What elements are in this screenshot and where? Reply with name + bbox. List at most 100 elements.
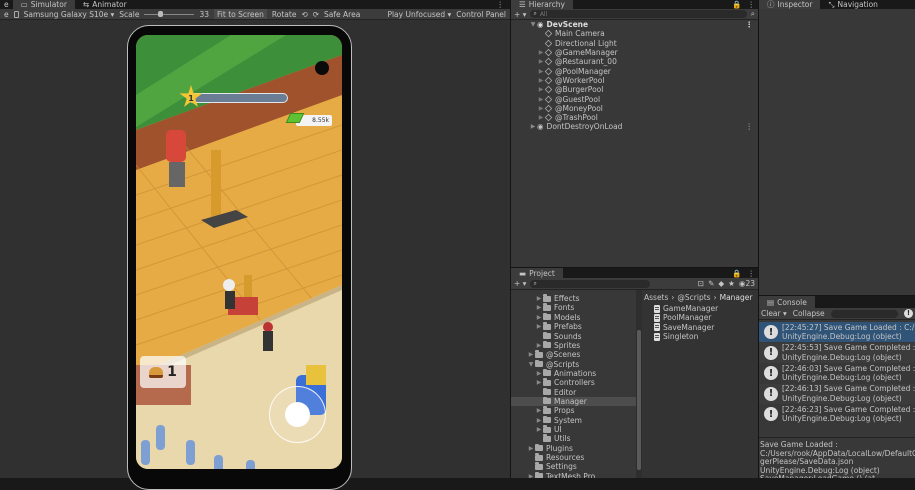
add-button[interactable]: + ▾: [514, 10, 526, 19]
search-by-label-icon[interactable]: ✎: [708, 279, 714, 288]
safe-area-button[interactable]: Safe Area: [324, 10, 360, 19]
favorite-icon[interactable]: ★: [728, 279, 735, 288]
expand-arrow-icon[interactable]: ▶: [527, 351, 535, 358]
console-log-entry[interactable]: ! [22:46:23] Save Game Completed : C:/UUn…: [759, 404, 915, 424]
expand-arrow-icon[interactable]: ▼: [527, 361, 535, 368]
project-folder-row[interactable]: ▶ Props: [511, 406, 636, 415]
project-folder-row[interactable]: ▶ UI: [511, 425, 636, 434]
lock-icon[interactable]: 🔒: [729, 0, 744, 9]
collapse-arrow-icon[interactable]: ▶: [529, 123, 537, 130]
project-folder-row[interactable]: ▶ Sprites: [511, 340, 636, 350]
scrollbar-thumb[interactable]: [637, 330, 641, 470]
tab-animator[interactable]: ⇆ Animator: [75, 0, 135, 9]
collapse-arrow-icon[interactable]: ▶: [537, 86, 545, 93]
control-panel-button[interactable]: Control Panel: [456, 10, 506, 19]
hierarchy-item[interactable]: Directional Light: [511, 39, 758, 48]
expand-arrow-icon[interactable]: ▼: [529, 21, 537, 28]
rotate-button[interactable]: Rotate: [272, 10, 297, 19]
more-options-icon[interactable]: ⋮: [745, 0, 759, 9]
console-log-entry[interactable]: ! [22:46:03] Save Game Completed : C:/UUn…: [759, 363, 915, 383]
scene-menu-icon[interactable]: ⋮: [746, 20, 754, 29]
lock-icon[interactable]: 🔒: [729, 269, 744, 278]
script-file[interactable]: GameManager: [642, 304, 758, 313]
joystick-knob[interactable]: [285, 402, 310, 427]
expand-arrow-icon[interactable]: ▶: [535, 342, 543, 349]
hierarchy-item[interactable]: ▶ @GameManager: [511, 48, 758, 57]
expand-arrow-icon[interactable]: ▶: [535, 426, 543, 433]
expand-arrow-icon[interactable]: ▶: [527, 445, 535, 452]
play-mode-dropdown[interactable]: Play Unfocused ▾: [387, 10, 451, 19]
rotate-ccw-icon[interactable]: ⟲: [301, 10, 307, 19]
scale-slider[interactable]: [144, 10, 195, 18]
project-folder-row[interactable]: ▶ Controllers: [511, 378, 636, 387]
project-folder-row[interactable]: Resources: [511, 453, 636, 462]
collapse-arrow-icon[interactable]: ▶: [537, 58, 545, 65]
hierarchy-item[interactable]: ▶ @Restaurant_00: [511, 57, 758, 66]
collapse-arrow-icon[interactable]: ▶: [537, 114, 545, 121]
project-folder-row[interactable]: ▶ System: [511, 415, 636, 425]
project-folder-row[interactable]: ▶ Plugins: [511, 443, 636, 453]
expand-arrow-icon[interactable]: ▶: [535, 314, 543, 321]
project-folder-row[interactable]: Sounds: [511, 331, 636, 341]
project-folder-row[interactable]: ▶ TextMesh Pro: [511, 471, 636, 478]
device-dropdown[interactable]: Samsung Galaxy S10e ▾: [24, 10, 115, 19]
project-folder-row[interactable]: ▶ Fonts: [511, 303, 636, 312]
game-screen[interactable]: 1 8.55k 1: [136, 35, 342, 469]
project-folder-row[interactable]: ▼ @Scripts: [511, 359, 636, 369]
project-folder-row[interactable]: ▶ Prefabs: [511, 322, 636, 331]
console-log-entry[interactable]: ! [22:45:27] Save Game Loaded : C:/UsersU…: [759, 322, 915, 342]
expand-arrow-icon[interactable]: ▶: [535, 370, 543, 377]
script-file[interactable]: Singleton: [642, 332, 758, 341]
expand-arrow-icon[interactable]: ▶: [535, 417, 543, 424]
hierarchy-item[interactable]: ▶ @BurgerPool: [511, 85, 758, 94]
rotate-cw-icon[interactable]: ⟳: [313, 10, 319, 19]
tab-navigation[interactable]: ⤡ Navigation: [820, 0, 885, 9]
clear-button[interactable]: Clear ▾: [761, 309, 787, 318]
tab-prev[interactable]: e: [0, 0, 13, 9]
search-by-type-icon[interactable]: ⊡: [698, 279, 704, 288]
project-folder-row[interactable]: ▶ Animations: [511, 368, 636, 378]
project-folder-row[interactable]: ▶ Models: [511, 312, 636, 322]
console-log-entry[interactable]: ! [22:46:13] Save Game Completed : C:/UUn…: [759, 383, 915, 404]
hierarchy-item[interactable]: ▶ @PoolManager: [511, 67, 758, 76]
script-file[interactable]: PoolManager: [642, 313, 758, 322]
project-folder-row[interactable]: Manager: [511, 396, 636, 407]
collapse-arrow-icon[interactable]: ▶: [537, 49, 545, 56]
script-file[interactable]: SaveManager: [642, 323, 758, 332]
hierarchy-item[interactable]: Main Camera: [511, 29, 758, 38]
ddol-row[interactable]: ▶ ◉ DontDestroyOnLoad ⋮: [511, 122, 758, 131]
filter-icon[interactable]: ◆: [718, 279, 724, 288]
create-button[interactable]: + ▾: [514, 279, 526, 288]
joystick[interactable]: [269, 386, 326, 443]
expand-arrow-icon[interactable]: ▶: [535, 304, 543, 311]
tab-hierarchy[interactable]: ☰ Hierarchy: [511, 0, 573, 9]
expand-arrow-icon[interactable]: ▶: [535, 407, 543, 414]
scene-row[interactable]: ▼ ◉ DevScene ⋮: [511, 20, 758, 29]
breadcrumb-scripts[interactable]: @Scripts: [677, 293, 710, 302]
expand-arrow-icon[interactable]: ▶: [527, 473, 535, 478]
hierarchy-search[interactable]: ⌕ All: [530, 10, 747, 18]
expand-arrow-icon[interactable]: ▶: [535, 295, 543, 302]
tab-inspector[interactable]: ⓘ Inspector: [759, 0, 821, 9]
slider-thumb[interactable]: [157, 11, 163, 17]
ddol-menu-icon[interactable]: ⋮: [746, 122, 754, 131]
collapse-button[interactable]: Collapse: [793, 309, 825, 318]
project-folder-row[interactable]: ▶ Effects: [511, 294, 636, 303]
hierarchy-item[interactable]: ▶ @TrashPool: [511, 113, 758, 122]
tab-simulator[interactable]: ▭ Simulator: [12, 0, 75, 9]
search-filter-icon[interactable]: ⌕: [751, 9, 755, 19]
project-folder-row[interactable]: Editor: [511, 387, 636, 397]
console-log-entry[interactable]: ! [22:45:53] Save Game Completed : C:/UUn…: [759, 342, 915, 363]
fit-to-screen-button[interactable]: Fit to Screen: [214, 9, 267, 19]
expand-arrow-icon[interactable]: ▶: [535, 379, 543, 386]
breadcrumb-manager[interactable]: Manager: [720, 293, 753, 302]
console-search[interactable]: [830, 309, 898, 318]
project-folder-row[interactable]: Utils: [511, 434, 636, 443]
more-options-icon[interactable]: ⋮: [745, 269, 759, 278]
hierarchy-item[interactable]: ▶ @WorkerPool: [511, 76, 758, 85]
more-options-icon[interactable]: ⋮: [491, 0, 511, 9]
tab-console[interactable]: ▤ Console: [759, 296, 815, 308]
expand-arrow-icon[interactable]: ▶: [535, 323, 543, 330]
hierarchy-item[interactable]: ▶ @GuestPool: [511, 94, 758, 104]
project-search[interactable]: ⌕: [530, 279, 651, 288]
